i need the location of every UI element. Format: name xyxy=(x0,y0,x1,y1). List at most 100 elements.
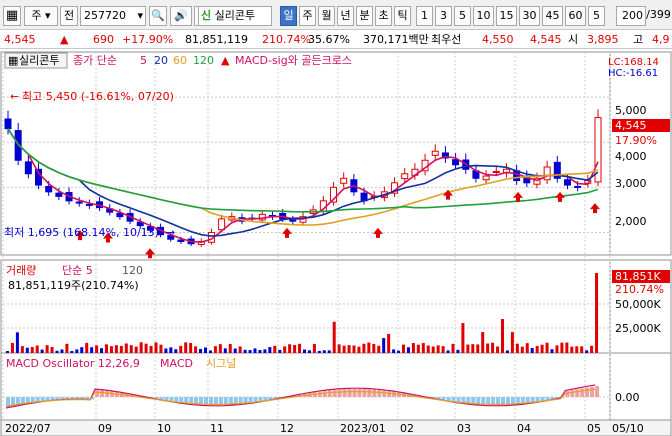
macd-osc-bar xyxy=(322,391,327,397)
interval-button-5[interactable]: 30 xyxy=(519,6,540,26)
ma60-label: 60 xyxy=(173,54,187,67)
volume-bar xyxy=(307,350,311,353)
volume-bar xyxy=(367,342,371,353)
interval-button-2[interactable]: 5 xyxy=(454,6,471,26)
count-input[interactable]: 200 xyxy=(616,6,646,26)
quote-bar: 4,545 ▲ 690 +17.90% 81,851,119 210.74% 3… xyxy=(0,30,672,49)
favorite-icon: 신 xyxy=(201,9,212,22)
volume-bar xyxy=(505,350,509,353)
x-tick-label: 2022/07 xyxy=(5,422,51,435)
volume-bar xyxy=(550,349,554,353)
interval-button-0[interactable]: 1 xyxy=(416,6,433,26)
x-tick-label: 2023/01 xyxy=(340,422,386,435)
macd-osc-bar xyxy=(456,397,461,403)
x-tick-label: 04 xyxy=(517,422,531,435)
volume-bar xyxy=(520,346,524,353)
volume-bar xyxy=(199,349,203,353)
interval-button-3[interactable]: 10 xyxy=(473,6,494,26)
best-quote-label: 최우선 xyxy=(431,33,462,46)
volume-bar xyxy=(169,347,173,353)
period-tab-4[interactable]: 분 xyxy=(356,6,373,26)
volume-bar xyxy=(436,345,440,353)
x-tick-label: 09 xyxy=(98,422,112,435)
stock-chart[interactable]: ▦ 실리콘투 종가 단순 5 20 60 120 ▲ MACD-sig와 골든크… xyxy=(0,50,672,436)
volume-bar xyxy=(486,343,490,353)
volume-bar xyxy=(392,349,396,353)
stock-name-tag[interactable]: 신 실리콘투 xyxy=(198,6,272,26)
volume-bar xyxy=(565,342,569,353)
open-label: 시 xyxy=(568,33,579,46)
search-icon[interactable]: 🔍 xyxy=(149,6,167,26)
interval-button-7[interactable]: 60 xyxy=(565,6,586,26)
grid-icon[interactable]: ▦ xyxy=(3,6,21,26)
volume-bar xyxy=(85,342,89,353)
x-tick-label: 05 xyxy=(587,422,601,435)
volume-bar xyxy=(258,350,262,353)
volume-bar xyxy=(228,344,232,353)
volume-bar xyxy=(332,321,336,353)
volume-bar xyxy=(75,349,79,353)
interval-button-1[interactable]: 3 xyxy=(435,6,452,26)
period-tab-6[interactable]: 틱 xyxy=(394,6,411,26)
x-tick-label: 02 xyxy=(400,422,414,435)
volume-bar xyxy=(10,342,14,353)
macd-osc-bar xyxy=(471,397,476,404)
period-tab-2[interactable]: 월 xyxy=(318,6,335,26)
macd-osc-bar xyxy=(461,397,466,403)
volume-bar xyxy=(406,347,410,353)
macd-osc-bar xyxy=(164,397,169,401)
interval-button-6[interactable]: 45 xyxy=(542,6,563,26)
volume-bar xyxy=(352,345,356,353)
type-select[interactable]: 전 xyxy=(60,6,78,26)
period-tab-3[interactable]: 년 xyxy=(337,6,354,26)
dropdown-icon[interactable]: ▾ xyxy=(137,7,143,25)
volume-bar xyxy=(243,349,247,353)
volume-bar xyxy=(189,342,193,353)
interval-button-8[interactable]: 5 xyxy=(588,6,605,26)
volume-bar xyxy=(312,343,316,353)
ytick-5000: 5,000 xyxy=(615,104,647,117)
macd-osc-bar xyxy=(347,389,352,397)
volume-bar xyxy=(288,344,292,353)
speaker-icon[interactable]: 🔊 xyxy=(170,6,192,26)
macd-osc-bar xyxy=(580,388,585,397)
volume-bar xyxy=(377,345,381,353)
period-tab-0[interactable]: 일 xyxy=(280,6,297,26)
candle-body xyxy=(574,185,582,188)
market-select[interactable]: 주 ▾ xyxy=(24,6,58,26)
lc-value: LC:168.14 xyxy=(608,57,659,68)
volume-bar xyxy=(595,272,599,353)
volume-bar xyxy=(154,342,158,353)
ytick-2000: 2,000 xyxy=(615,215,647,228)
period-tab-1[interactable]: 주 xyxy=(299,6,316,26)
volume-bar xyxy=(90,347,94,353)
volume-bar xyxy=(560,342,564,353)
ma-label: 종가 단순 xyxy=(73,54,117,67)
volume-bar xyxy=(461,323,465,353)
bid-price: 4,545 xyxy=(530,33,562,46)
macd-osc-bar xyxy=(100,390,105,397)
period-tab-5[interactable]: 초 xyxy=(375,6,392,26)
macd-osc-bar xyxy=(337,389,342,397)
macd-osc-bar xyxy=(585,387,590,397)
code-input[interactable]: 257720 ▾ xyxy=(80,6,146,26)
current-price: 4,545 xyxy=(4,33,36,46)
ask-price: 4,550 xyxy=(482,33,514,46)
signal-label: MACD-sig와 골든크로스 xyxy=(235,54,352,67)
macd-osc-bar xyxy=(184,397,189,404)
volume-bar xyxy=(416,344,420,353)
volume-bar xyxy=(525,343,529,353)
macd-osc-bar xyxy=(466,397,471,404)
volume-bar xyxy=(80,347,84,353)
candle-body xyxy=(492,171,500,174)
macd-osc-bar xyxy=(213,397,218,405)
volume-bar xyxy=(179,345,183,353)
macd-osc-bar xyxy=(189,397,194,404)
ytick-4000: 4,000 xyxy=(615,150,647,163)
interval-button-4[interactable]: 15 xyxy=(496,6,517,26)
candle-body xyxy=(431,150,439,156)
volume-bar xyxy=(397,350,401,353)
candle-body xyxy=(75,201,83,204)
volume-title: 거래량 xyxy=(6,264,36,277)
volume-bar xyxy=(466,344,470,353)
